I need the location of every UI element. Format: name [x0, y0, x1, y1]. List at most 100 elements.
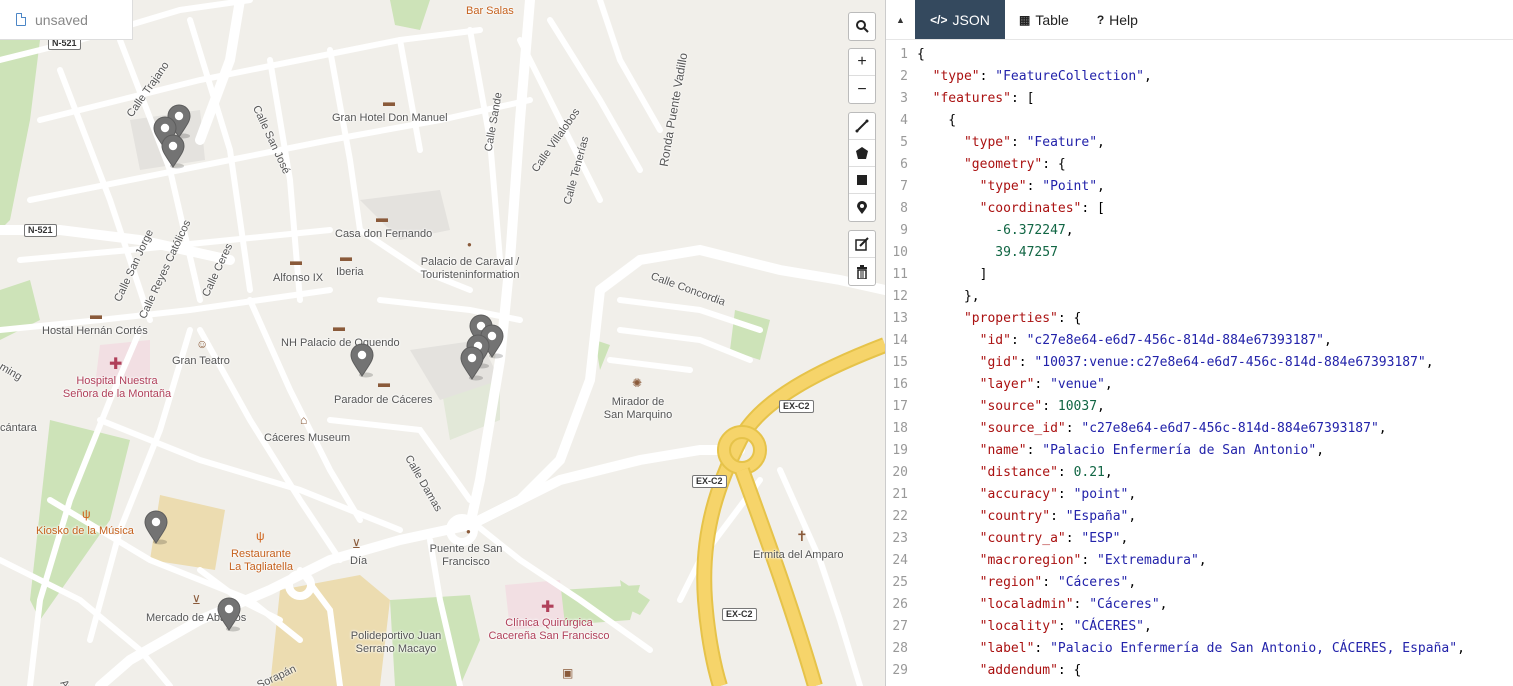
code-token: "Palacio Enfermería de San Antonio, CÁCE… — [1050, 641, 1458, 656]
code-line[interactable]: 21 "accuracy": "point", — [886, 484, 1513, 506]
code-text: "distance": 0.21, — [917, 462, 1113, 484]
code-line[interactable]: 28 "label": "Palacio Enfermería de San A… — [886, 638, 1513, 660]
delete-layers-button[interactable] — [849, 258, 875, 285]
code-line[interactable]: 24 "macroregion": "Extremadura", — [886, 550, 1513, 572]
search-control[interactable] — [848, 12, 876, 41]
map-label: Kiosko de la Música — [36, 525, 134, 537]
line-number: 23 — [892, 531, 908, 546]
collapse-panel-button[interactable]: ▲ — [886, 0, 915, 39]
draw-toolbar[interactable] — [848, 112, 876, 222]
code-token: "c27e8e64-e6d7-456c-814d-884e67393187" — [1081, 421, 1379, 436]
code-token: : — [1026, 443, 1043, 458]
code-token: : — [1050, 509, 1066, 524]
code-line[interactable]: 20 "distance": 0.21, — [886, 462, 1513, 484]
code-token: "addendum" — [979, 663, 1058, 678]
draw-marker-button[interactable] — [849, 194, 875, 221]
edit-layers-button[interactable] — [849, 231, 875, 258]
code-line[interactable]: 2 "type": "FeatureCollection", — [886, 66, 1513, 88]
code-line[interactable]: 3 "features": [ — [886, 88, 1513, 110]
code-line[interactable]: 14 "id": "c27e8e64-e6d7-456c-814d-884e67… — [886, 330, 1513, 352]
code-line[interactable]: 8 "coordinates": [ — [886, 198, 1513, 220]
venue-marker[interactable] — [348, 342, 376, 378]
code-line[interactable]: 4 { — [886, 110, 1513, 132]
code-line[interactable]: 17 "source": 10037, — [886, 396, 1513, 418]
code-text: "layer": "venue", — [917, 374, 1113, 396]
map-label: Clínica Quirúrgica Cacereña San Francisc… — [488, 617, 610, 642]
map-label: Gran Hotel Don Manuel — [332, 112, 448, 124]
code-line[interactable]: 10 39.47257 — [886, 242, 1513, 264]
code-line[interactable]: 27 "locality": "CÁCERES", — [886, 616, 1513, 638]
edit-toolbar[interactable] — [848, 230, 876, 286]
tab-table[interactable]: ▦ Table — [1005, 0, 1083, 39]
code-line[interactable]: 13 "properties": { — [886, 308, 1513, 330]
file-status[interactable]: unsaved — [0, 0, 133, 40]
code-token: , — [1144, 619, 1152, 634]
code-line[interactable]: 11 ] — [886, 264, 1513, 286]
code-text: { — [917, 44, 925, 66]
code-line[interactable]: 18 "source_id": "c27e8e64-e6d7-456c-814d… — [886, 418, 1513, 440]
code-text: "macroregion": "Extremadura", — [917, 550, 1207, 572]
code-line[interactable]: 5 "type": "Feature", — [886, 132, 1513, 154]
hotel-icon: ▬ — [383, 95, 395, 109]
code-token: "name" — [979, 443, 1027, 458]
map-label: Hostal Hernán Cortés — [42, 325, 148, 337]
code-token: 10037 — [1057, 399, 1098, 414]
museum-icon: ⌂ — [300, 413, 308, 427]
code-token: , — [1457, 641, 1465, 656]
draw-polygon-icon — [856, 147, 868, 159]
code-line[interactable]: 26 "localadmin": "Cáceres", — [886, 594, 1513, 616]
code-token: , — [1097, 135, 1105, 150]
draw-polygon-button[interactable] — [849, 140, 875, 167]
draw-line-button[interactable] — [849, 113, 875, 140]
code-token: "coordinates" — [979, 201, 1082, 216]
code-line[interactable]: 16 "layer": "venue", — [886, 374, 1513, 396]
code-line[interactable]: 22 "country": "España", — [886, 506, 1513, 528]
code-token: "Extremadura" — [1097, 553, 1199, 568]
venue-marker[interactable] — [458, 345, 486, 381]
draw-rectangle-button[interactable] — [849, 167, 875, 194]
code-token: "venue" — [1050, 377, 1105, 392]
code-line[interactable]: 15 "gid": "10037:venue:c27e8e64-e6d7-456… — [886, 352, 1513, 374]
code-line[interactable]: 29 "addendum": { — [886, 660, 1513, 682]
code-text: "type": "Feature", — [917, 132, 1105, 154]
code-token: "ESP" — [1081, 531, 1121, 546]
code-text: "type": "Point", — [917, 176, 1105, 198]
code-text: { — [917, 110, 956, 132]
code-line[interactable]: 9 -6.372247, — [886, 220, 1513, 242]
code-token: : — [1018, 355, 1035, 370]
search-button[interactable] — [849, 13, 875, 40]
hotel-icon: ▬ — [340, 250, 352, 264]
zoom-out-button[interactable]: − — [849, 76, 875, 103]
code-line[interactable]: 6 "geometry": { — [886, 154, 1513, 176]
code-line[interactable]: 12 }, — [886, 286, 1513, 308]
code-line[interactable]: 1{ — [886, 44, 1513, 66]
line-number: 11 — [892, 267, 908, 282]
zoom-control[interactable]: + − — [848, 48, 876, 104]
code-line[interactable]: 7 "type": "Point", — [886, 176, 1513, 198]
tab-json[interactable]: </> JSON — [915, 0, 1005, 39]
code-token: : — [1042, 399, 1058, 414]
zoom-in-button[interactable]: + — [849, 49, 875, 76]
json-editor[interactable]: 1{2 "type": "FeatureCollection", 3 "featu… — [886, 44, 1513, 682]
editor-panel: ▲ </> JSON ▦ Table ? Help 1{2 "type": "F… — [885, 0, 1513, 686]
tab-help[interactable]: ? Help — [1083, 0, 1152, 39]
code-text: 39.47257 — [917, 242, 1058, 264]
code-line[interactable]: 25 "region": "Cáceres", — [886, 572, 1513, 594]
venue-marker[interactable] — [142, 509, 170, 545]
venue-marker[interactable] — [215, 596, 243, 632]
hotel-icon: ▬ — [333, 320, 345, 334]
code-token: "label" — [979, 641, 1035, 656]
code-token: , — [1128, 575, 1137, 590]
code-line[interactable]: 19 "name": "Palacio Enfermería de San An… — [886, 440, 1513, 462]
venue-marker[interactable] — [159, 133, 187, 169]
code-line[interactable]: 23 "country_a": "ESP", — [886, 528, 1513, 550]
map-label: Hospital Nuestra Señora de la Montaña — [62, 375, 172, 400]
map-view[interactable]: Bar Salas Calle Trajano Calle San José G… — [0, 0, 885, 686]
